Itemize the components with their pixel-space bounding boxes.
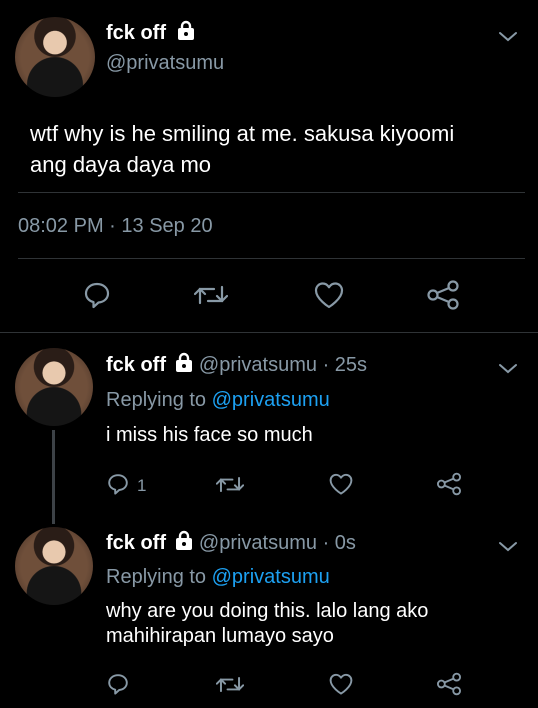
avatar[interactable] [15, 17, 95, 97]
author-name[interactable]: fck off [106, 532, 166, 554]
author-handle-time[interactable]: @privatsumu · 25s [199, 354, 367, 376]
reply-header: fck off @privatsumu · 25s [106, 352, 367, 377]
author-handle-time[interactable]: @privatsumu · 0s [199, 532, 356, 554]
divider [18, 258, 525, 259]
reply-text-line: mahihirapan lumayo sayo [106, 625, 334, 647]
share-icon[interactable] [436, 672, 462, 696]
thread-line [52, 430, 55, 524]
share-icon[interactable] [436, 472, 462, 496]
tweet-text-line: ang daya daya mo [30, 152, 212, 177]
replying-to-row: Replying to @privatsumu [106, 389, 330, 412]
tweet-text-line: wtf why is he smiling at me. sakusa kiyo… [30, 121, 455, 146]
reply-icon[interactable] [106, 672, 130, 696]
lock-icon [174, 530, 194, 551]
timestamp-row: 08:02 PM · 13 Sep 20 [18, 215, 213, 238]
reply-header: fck off @privatsumu · 0s [106, 530, 356, 555]
reply-icon[interactable] [82, 280, 112, 310]
avatar[interactable] [15, 527, 93, 605]
retweet-icon[interactable] [216, 673, 244, 696]
replying-to-row: Replying to @privatsumu [106, 566, 330, 589]
reply-text: i miss his face so much [106, 423, 313, 448]
author-name[interactable]: fck off [106, 354, 166, 376]
reply-text: why are you doing this. lalo lang ako ma… [106, 599, 428, 649]
author-name[interactable]: fck off [106, 22, 166, 44]
reply-text-line: why are you doing this. lalo lang ako [106, 600, 429, 622]
divider [0, 332, 538, 333]
tweet-date[interactable]: 13 Sep 20 [121, 215, 212, 237]
like-icon[interactable] [328, 472, 354, 496]
reply-icon[interactable] [106, 472, 130, 496]
chevron-down-icon[interactable] [496, 534, 520, 563]
avatar[interactable] [15, 348, 93, 426]
replying-to-label: Replying to [106, 389, 207, 411]
author-name-row: fck off [106, 20, 196, 45]
replying-to-link[interactable]: @privatsumu [212, 566, 330, 588]
share-icon[interactable] [426, 280, 460, 310]
divider [18, 192, 525, 193]
retweet-icon[interactable] [216, 473, 244, 496]
like-icon[interactable] [313, 280, 345, 310]
tweet-time[interactable]: 08:02 PM [18, 215, 104, 237]
like-icon[interactable] [328, 672, 354, 696]
reply-count: 1 [137, 476, 147, 495]
replying-to-label: Replying to [106, 566, 207, 588]
retweet-icon[interactable] [194, 281, 228, 309]
replying-to-link[interactable]: @privatsumu [212, 389, 330, 411]
tweet-text: wtf why is he smiling at me. sakusa kiyo… [30, 118, 454, 180]
lock-icon [176, 20, 196, 41]
reply-text-line: i miss his face so much [106, 424, 313, 446]
chevron-down-icon[interactable] [496, 356, 520, 385]
separator-dot: · [109, 215, 116, 237]
author-handle[interactable]: @privatsumu [106, 52, 224, 75]
lock-icon [174, 352, 194, 373]
chevron-down-icon[interactable] [496, 24, 520, 53]
